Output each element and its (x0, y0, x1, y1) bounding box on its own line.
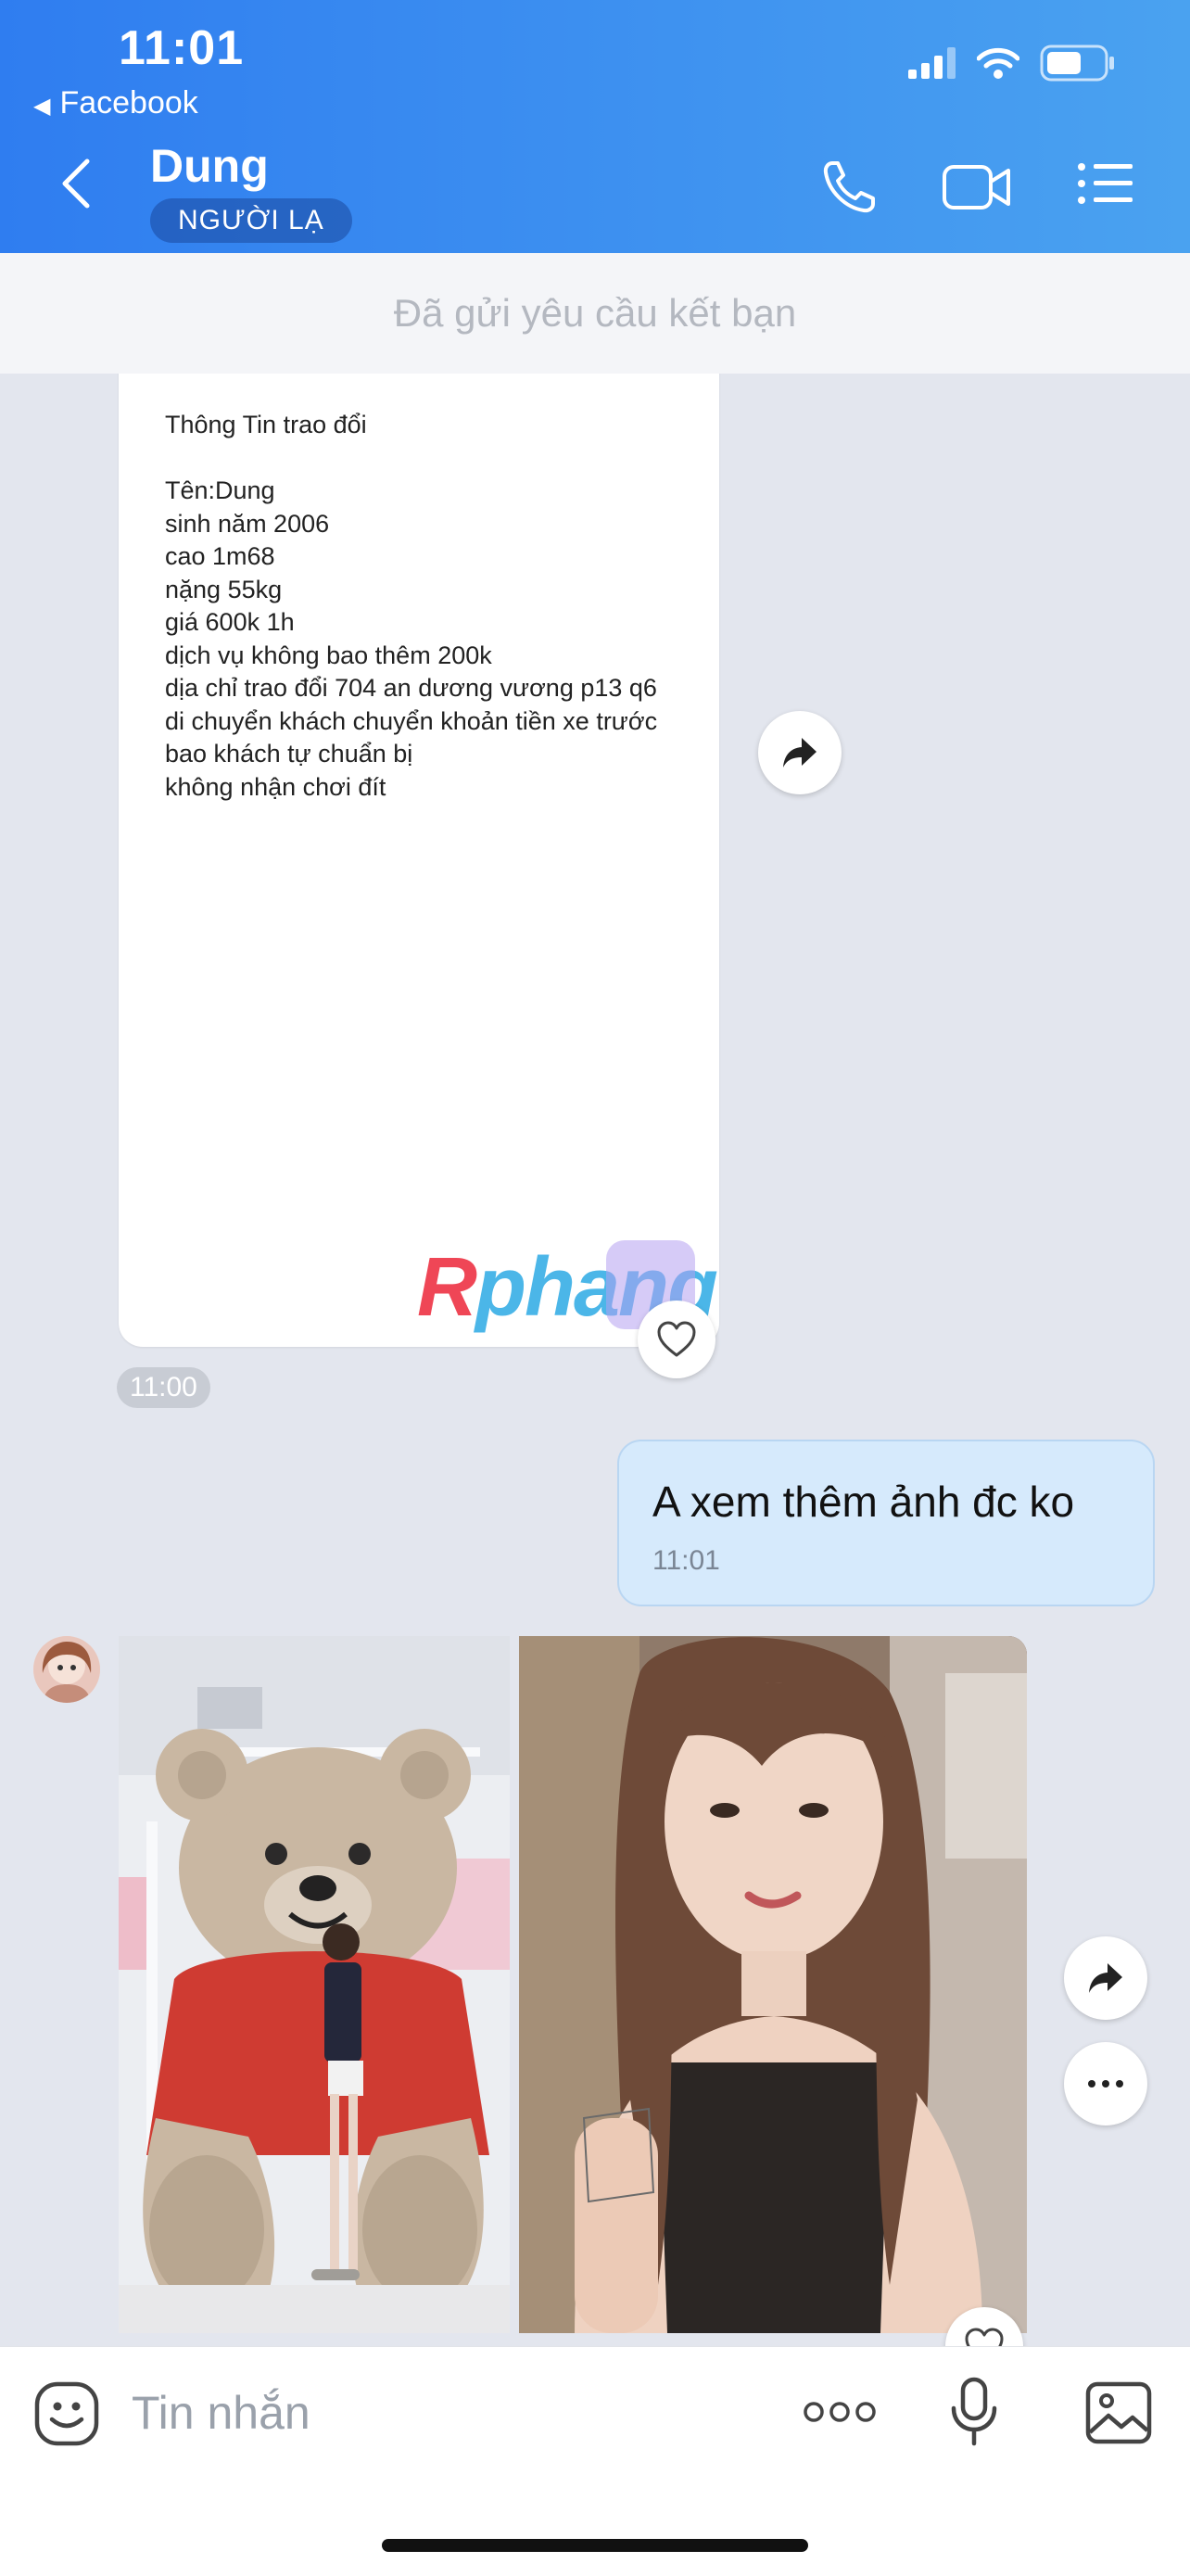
friend-request-notice: Đã gửi yêu cầu kết bạn (0, 253, 1190, 374)
wifi-icon (977, 47, 1019, 79)
message-time: 11:00 (117, 1367, 210, 1408)
heart-icon (657, 1321, 696, 1357)
document-text: Thông Tin trao đổi Tên:Dung sinh năm 200… (165, 411, 658, 801)
back-to-app-link[interactable]: ◀ Facebook (33, 85, 198, 121)
outgoing-message[interactable]: A xem thêm ảnh đc ko 11:01 (617, 1440, 1155, 1606)
share-arrow-icon (783, 738, 817, 768)
home-indicator (382, 2539, 808, 2552)
message-input[interactable] (130, 2375, 652, 2451)
forward-photos-button[interactable] (1064, 1936, 1147, 2020)
menu-list-icon[interactable] (1077, 158, 1134, 209)
battery-icon (1040, 44, 1114, 82)
react-heart-button[interactable] (638, 1301, 715, 1378)
more-options-button[interactable] (1064, 2042, 1147, 2126)
share-arrow-icon (1089, 1963, 1122, 1993)
more-actions-icon[interactable] (803, 2401, 877, 2423)
stranger-badge: NGƯỜI LẠ (150, 198, 352, 243)
more-dots-icon (1088, 2080, 1123, 2087)
document-message[interactable]: Thông Tin trao đổi Tên:Dung sinh năm 200… (119, 374, 719, 1347)
outgoing-message-time: 11:01 (652, 1545, 720, 1576)
phone-call-icon[interactable] (819, 158, 879, 217)
heart-icon (965, 2328, 1004, 2346)
chat-area[interactable]: Thông Tin trao đổi Tên:Dung sinh năm 200… (0, 374, 1190, 2346)
microphone-icon[interactable] (949, 2377, 999, 2447)
status-time: 11:01 (119, 21, 245, 75)
sticker-emoji-icon[interactable] (33, 2380, 100, 2447)
status-icons (908, 44, 1116, 82)
outgoing-message-text: A xem thêm ảnh đc ko (652, 1478, 1075, 1526)
signal-icon (908, 47, 956, 79)
back-chevron-icon[interactable] (57, 156, 95, 211)
chat-header: 11:01 ◀ Facebook Dung NGƯỜI LẠ (0, 0, 1190, 253)
contact-avatar[interactable] (33, 1636, 100, 1703)
back-app-label: Facebook (59, 85, 198, 121)
photo-teddy-bear[interactable] (119, 1636, 510, 2333)
contact-name[interactable]: Dung (150, 139, 269, 193)
video-call-icon[interactable] (942, 158, 1012, 217)
forward-button[interactable] (758, 711, 842, 794)
image-gallery-icon[interactable] (1084, 2380, 1153, 2445)
back-triangle-icon: ◀ (33, 94, 51, 119)
photo-selfie[interactable] (519, 1636, 1027, 2333)
